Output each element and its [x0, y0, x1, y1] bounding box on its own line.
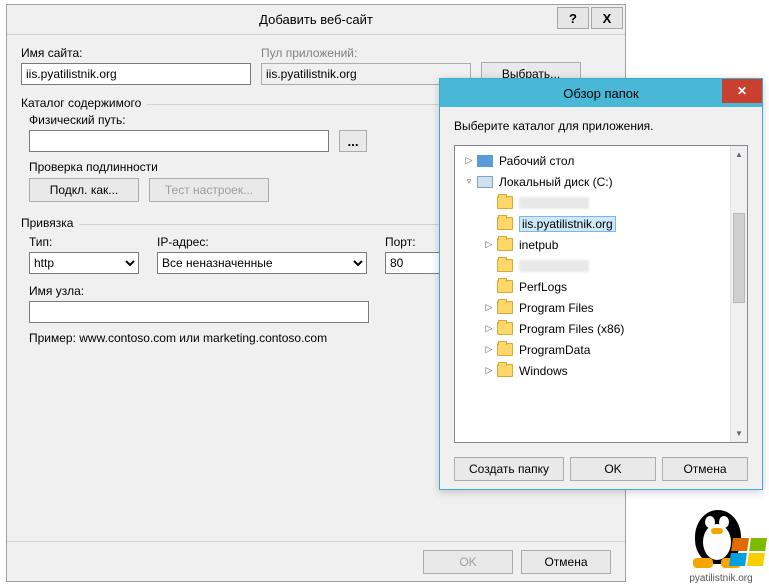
scroll-down-button[interactable]: ▼ [731, 425, 747, 442]
tree-item[interactable]: ▷ Windows [457, 360, 745, 381]
tree-item-label: inetpub [519, 238, 558, 252]
folder-icon [497, 301, 513, 314]
folder-tree[interactable]: ▷Рабочий стол▿Локальный диск (C:)▷▷iis.p… [454, 145, 748, 443]
dialog-title: Добавить веб-сайт [7, 12, 625, 27]
dialog-titlebar: Добавить веб-сайт ? X [7, 5, 625, 35]
tree-scrollbar[interactable]: ▲ ▼ [730, 146, 747, 442]
expand-toggle-icon[interactable]: ▷ [483, 239, 495, 251]
content-group-label: Каталог содержимого [21, 96, 147, 110]
browse-path-button[interactable]: ... [339, 130, 367, 152]
tree-item[interactable]: ▷ ProgramData [457, 339, 745, 360]
binding-group-label: Привязка [21, 216, 79, 230]
folder-icon [497, 364, 513, 377]
watermark-logo: pyatilistnik.org [675, 506, 767, 584]
tree-item-label [519, 260, 589, 272]
expand-toggle-icon[interactable]: ▷ [483, 344, 495, 356]
expand-toggle-icon[interactable]: ▷ [483, 323, 495, 335]
tree-item[interactable]: ▷ Program Files (x86) [457, 318, 745, 339]
tree-item-label: ProgramData [519, 343, 590, 357]
ok-button: OK [423, 550, 513, 574]
expand-toggle-icon[interactable]: ▷ [483, 302, 495, 314]
dialog-bottom-bar: OK Отмена [7, 541, 625, 581]
help-button[interactable]: ? [557, 7, 589, 29]
drive-icon [477, 176, 493, 188]
close-icon: ✕ [737, 84, 747, 98]
browse-titlebar: Обзор папок ✕ [440, 79, 762, 107]
tree-item-label: iis.pyatilistnik.org [519, 216, 616, 232]
folder-icon [497, 196, 513, 209]
close-button[interactable]: X [591, 7, 623, 29]
tree-item[interactable]: ▷ inetpub [457, 234, 745, 255]
expand-toggle-icon[interactable]: ▷ [463, 155, 475, 167]
browse-title: Обзор папок [440, 86, 762, 101]
new-folder-button[interactable]: Создать папку [454, 457, 564, 481]
tree-item-label: Рабочий стол [499, 154, 574, 168]
tree-item[interactable]: ▷ Program Files [457, 297, 745, 318]
folder-icon [497, 217, 513, 230]
sitename-label: Имя сайта: [21, 46, 251, 60]
tree-item[interactable]: ▷ [457, 255, 745, 276]
tree-item[interactable]: ▷ [457, 192, 745, 213]
browse-close-button[interactable]: ✕ [722, 79, 762, 103]
type-label: Тип: [29, 235, 139, 249]
test-settings-button: Тест настроек... [149, 178, 269, 202]
windows-flag-icon [729, 538, 767, 566]
ip-label: IP-адрес: [157, 235, 367, 249]
scroll-thumb[interactable] [733, 213, 745, 303]
tree-item-label: Program Files (x86) [519, 322, 624, 336]
hostname-input[interactable] [29, 301, 369, 323]
expand-toggle-icon[interactable]: ▿ [463, 176, 475, 188]
sitename-input[interactable] [21, 63, 251, 85]
connect-as-button[interactable]: Подкл. как... [29, 178, 139, 202]
folder-icon [497, 280, 513, 293]
port-label: Порт: [385, 235, 445, 249]
tree-item-label: PerfLogs [519, 280, 567, 294]
desktop-icon [477, 155, 493, 167]
folder-icon [497, 238, 513, 251]
apppool-label: Пул приложений: [261, 46, 471, 60]
tree-item[interactable]: ▿ Локальный диск (C:) [457, 171, 745, 192]
physpath-input[interactable] [29, 130, 329, 152]
folder-icon [497, 343, 513, 356]
watermark-text: pyatilistnik.org [675, 573, 767, 584]
tree-item[interactable]: ▷PerfLogs [457, 276, 745, 297]
tree-item-label: Локальный диск (C:) [499, 175, 613, 189]
ip-select[interactable]: Все неназначенные [157, 252, 367, 274]
browse-ok-button[interactable]: OK [570, 457, 656, 481]
tree-item-label: Program Files [519, 301, 594, 315]
cancel-button[interactable]: Отмена [521, 550, 611, 574]
folder-icon [497, 322, 513, 335]
tree-item[interactable]: ▷iis.pyatilistnik.org [457, 213, 745, 234]
type-select[interactable]: http [29, 252, 139, 274]
expand-toggle-icon[interactable]: ▷ [483, 365, 495, 377]
example-text: Пример: www.contoso.com или marketing.co… [29, 331, 327, 345]
tree-item-label: Windows [519, 364, 568, 378]
browse-prompt: Выберите каталог для приложения. [454, 119, 748, 133]
tree-item[interactable]: ▷ Рабочий стол [457, 150, 745, 171]
scroll-up-button[interactable]: ▲ [731, 146, 747, 163]
tree-item-label [519, 197, 589, 209]
folder-icon [497, 259, 513, 272]
port-input[interactable] [385, 252, 445, 274]
browse-cancel-button[interactable]: Отмена [662, 457, 748, 481]
browse-folders-dialog: Обзор папок ✕ Выберите каталог для прило… [439, 78, 763, 490]
